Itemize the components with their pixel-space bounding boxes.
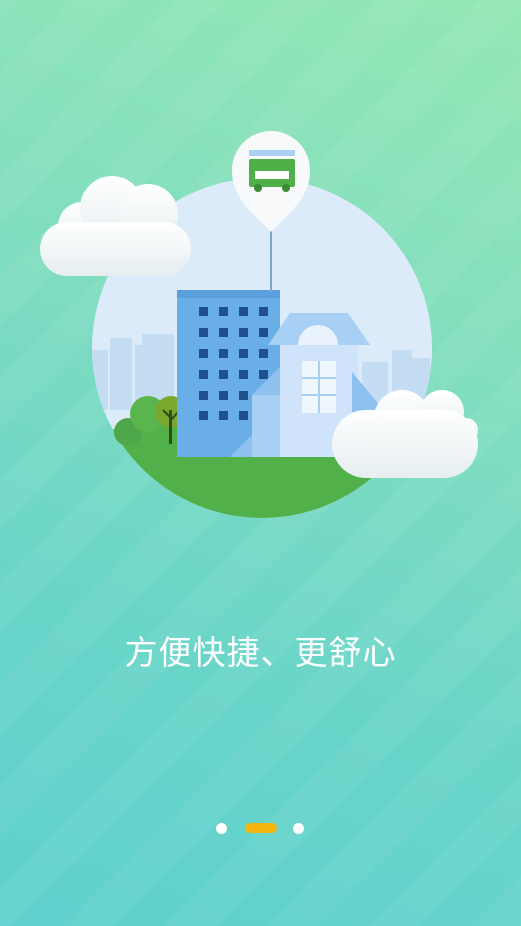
onboarding-headline: 方便快捷、更舒心: [124, 633, 397, 672]
page-dot-1[interactable]: [216, 823, 227, 834]
page-indicator[interactable]: [0, 820, 521, 836]
page-dot-3[interactable]: [293, 823, 304, 834]
cloud-left: [40, 176, 191, 276]
city-bus-illustration: [40, 131, 478, 518]
page-dot-2-active[interactable]: [245, 823, 277, 833]
